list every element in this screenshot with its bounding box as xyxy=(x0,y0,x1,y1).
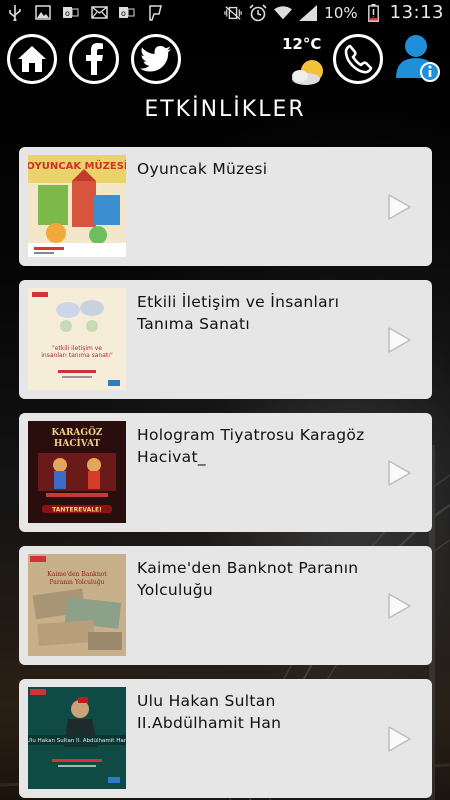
email-icon xyxy=(90,5,108,21)
event-card[interactable]: OYUNCAK MÜZESİ Oyuncak Müzesi xyxy=(19,147,432,266)
phone-icon xyxy=(344,44,373,74)
image-icon xyxy=(34,5,52,21)
twitter-button[interactable] xyxy=(131,34,181,84)
outlook-icon: o xyxy=(118,5,136,21)
event-thumbnail: KARAGÖZ HACİVAT TANTEREVALE! xyxy=(28,421,126,523)
status-bar: o o 10% 13:13 xyxy=(0,0,450,25)
facebook-icon xyxy=(86,43,103,75)
outlook-icon: o xyxy=(62,5,80,21)
event-title: Oyuncak Müzesi xyxy=(137,160,268,178)
event-title: Kaime'den Banknot Paranın Yolculuğu xyxy=(137,559,359,599)
partly-cloudy-icon xyxy=(292,60,323,85)
battery-percent: 10% xyxy=(324,3,358,22)
event-card[interactable]: KARAGÖZ HACİVAT TANTEREVALE! Hologram Ti… xyxy=(19,413,432,532)
svg-text:TANTEREVALE!: TANTEREVALE! xyxy=(52,507,102,514)
home-button[interactable] xyxy=(7,34,57,84)
vibrate-icon xyxy=(224,5,242,21)
twitter-icon xyxy=(140,46,171,72)
svg-text:insanları tanıma sanatı": insanları tanıma sanatı" xyxy=(41,352,113,359)
event-card[interactable]: Kaime'den Banknot Paranın Yolculuğu Kaim… xyxy=(19,546,432,665)
weather-widget[interactable]: 12°C xyxy=(282,35,328,87)
facebook-button[interactable] xyxy=(69,34,119,84)
event-thumbnail: Ulu Hakan Sultan II. Abdülhamit Han xyxy=(28,687,126,789)
play-icon[interactable] xyxy=(386,326,412,354)
battery-icon xyxy=(365,3,383,22)
app-header: 12°C xyxy=(0,25,450,95)
event-card[interactable]: Ulu Hakan Sultan II. Abdülhamit Han Ulu … xyxy=(19,679,432,798)
svg-text:o: o xyxy=(121,9,126,18)
signal-icon xyxy=(299,4,318,21)
temperature: 12°C xyxy=(282,35,322,53)
call-button[interactable] xyxy=(333,34,383,84)
home-icon xyxy=(18,46,46,72)
foursquare-icon xyxy=(146,4,164,21)
event-title: Ulu Hakan Sultan II.Abdülhamit Han xyxy=(137,692,282,732)
event-thumbnail: OYUNCAK MÜZESİ xyxy=(28,155,126,257)
event-title: Etkili İletişim ve İnsanları Tanıma Sana… xyxy=(137,293,340,333)
user-info-icon[interactable] xyxy=(396,32,442,84)
thumb-text: OYUNCAK MÜZESİ xyxy=(28,158,126,172)
usb-icon xyxy=(6,4,24,21)
svg-text:Ulu Hakan Sultan II. Abdülhami: Ulu Hakan Sultan II. Abdülhamit Han xyxy=(28,738,126,744)
play-icon[interactable] xyxy=(386,193,412,221)
event-card[interactable]: "etkili iletişim ve insanları tanıma san… xyxy=(19,280,432,399)
page-title: ETKİNLİKLER xyxy=(144,97,306,122)
play-icon[interactable] xyxy=(386,459,412,487)
play-icon[interactable] xyxy=(386,592,412,620)
svg-text:"etkili iletişim ve: "etkili iletişim ve xyxy=(52,345,102,352)
events-list: OYUNCAK MÜZESİ Oyuncak Müzesi "etkili il… xyxy=(19,147,432,800)
event-thumbnail: Kaime'den Banknot Paranın Yolculuğu xyxy=(28,554,126,656)
wifi-icon xyxy=(274,5,293,21)
event-thumbnail: "etkili iletişim ve insanları tanıma san… xyxy=(28,288,126,390)
play-icon[interactable] xyxy=(386,725,412,753)
event-title: Hologram Tiyatrosu Karagöz Hacivat_ xyxy=(137,426,365,466)
alarm-icon xyxy=(249,3,267,21)
svg-text:o: o xyxy=(65,9,70,18)
svg-text:Paranın Yolculuğu: Paranın Yolculuğu xyxy=(49,579,104,586)
clock: 13:13 xyxy=(389,2,444,23)
svg-text:Kaime'den Banknot: Kaime'den Banknot xyxy=(47,571,107,578)
